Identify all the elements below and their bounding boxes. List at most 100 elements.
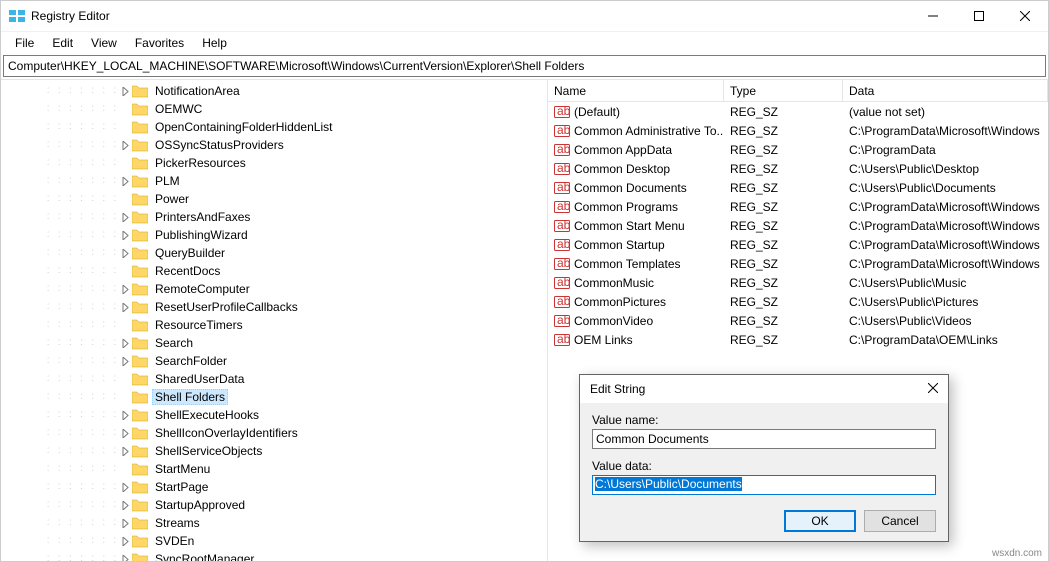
- tree-item[interactable]: : : : : : : : RemoteComputer: [1, 280, 547, 298]
- tree-item[interactable]: : : : : : : : ShellIconOverlayIdentifier…: [1, 424, 547, 442]
- tree-item[interactable]: : : : : : : : ResourceTimers: [1, 316, 547, 334]
- expand-icon[interactable]: [119, 247, 131, 259]
- value-name-input[interactable]: [592, 429, 936, 449]
- list-row[interactable]: abCommon AppDataREG_SZC:\ProgramData: [548, 140, 1048, 159]
- col-name[interactable]: Name: [548, 80, 724, 101]
- value-type: REG_SZ: [724, 219, 843, 233]
- expand-icon[interactable]: [119, 535, 131, 547]
- expand-icon[interactable]: [119, 301, 131, 313]
- value-name: Common Programs: [574, 200, 678, 214]
- expand-icon[interactable]: [119, 499, 131, 511]
- expand-icon[interactable]: [119, 157, 131, 169]
- expand-icon[interactable]: [119, 553, 131, 561]
- tree-item[interactable]: : : : : : : : QueryBuilder: [1, 244, 547, 262]
- tree-item[interactable]: : : : : : : : SVDEn: [1, 532, 547, 550]
- menu-help[interactable]: Help: [194, 34, 235, 52]
- tree-item[interactable]: : : : : : : : NotificationArea: [1, 82, 547, 100]
- tree-item[interactable]: : : : : : : : SearchFolder: [1, 352, 547, 370]
- menu-view[interactable]: View: [83, 34, 125, 52]
- list-row[interactable]: abCommon DesktopREG_SZC:\Users\Public\De…: [548, 159, 1048, 178]
- expand-icon[interactable]: [119, 337, 131, 349]
- watermark: wsxdn.com: [992, 548, 1042, 559]
- tree-item[interactable]: : : : : : : : StartMenu: [1, 460, 547, 478]
- address-bar[interactable]: Computer\HKEY_LOCAL_MACHINE\SOFTWARE\Mic…: [3, 55, 1046, 77]
- tree-item[interactable]: : : : : : : : SharedUserData: [1, 370, 547, 388]
- expand-icon[interactable]: [119, 229, 131, 241]
- tree-item[interactable]: : : : : : : : PLM: [1, 172, 547, 190]
- expand-icon[interactable]: [119, 283, 131, 295]
- tree-item[interactable]: : : : : : : : StartupApproved: [1, 496, 547, 514]
- value-name: Common AppData: [574, 143, 672, 157]
- expand-icon[interactable]: [119, 211, 131, 223]
- tree-item[interactable]: : : : : : : : ShellExecuteHooks: [1, 406, 547, 424]
- tree-item[interactable]: : : : : : : : Shell Folders: [1, 388, 547, 406]
- menu-file[interactable]: File: [7, 34, 42, 52]
- tree-item[interactable]: : : : : : : : OSSyncStatusProviders: [1, 136, 547, 154]
- expand-icon[interactable]: [119, 175, 131, 187]
- list-row[interactable]: abCommonVideoREG_SZC:\Users\Public\Video…: [548, 311, 1048, 330]
- tree-item[interactable]: : : : : : : : Streams: [1, 514, 547, 532]
- expand-icon[interactable]: [119, 319, 131, 331]
- value-data: C:\ProgramData\Microsoft\Windows: [843, 219, 1048, 233]
- expand-icon[interactable]: [119, 193, 131, 205]
- maximize-button[interactable]: [956, 1, 1002, 31]
- tree-view[interactable]: : : : : : : : NotificationArea: : : : : …: [1, 80, 548, 561]
- tree-item-label: SharedUserData: [152, 371, 247, 387]
- svg-text:ab: ab: [557, 199, 570, 213]
- expand-icon[interactable]: [119, 85, 131, 97]
- expand-icon[interactable]: [119, 355, 131, 367]
- list-row[interactable]: abCommonPicturesREG_SZC:\Users\Public\Pi…: [548, 292, 1048, 311]
- tree-item[interactable]: : : : : : : : SyncRootManager: [1, 550, 547, 561]
- ok-button[interactable]: OK: [784, 510, 856, 532]
- expand-icon[interactable]: [119, 121, 131, 133]
- tree-item[interactable]: : : : : : : : PickerResources: [1, 154, 547, 172]
- close-button[interactable]: [1002, 1, 1048, 31]
- tree-item[interactable]: : : : : : : : PublishingWizard: [1, 226, 547, 244]
- menu-edit[interactable]: Edit: [44, 34, 81, 52]
- expand-icon[interactable]: [119, 517, 131, 529]
- expand-icon[interactable]: [119, 139, 131, 151]
- list-row[interactable]: abCommonMusicREG_SZC:\Users\Public\Music: [548, 273, 1048, 292]
- col-type[interactable]: Type: [724, 80, 843, 101]
- tree-item[interactable]: : : : : : : : ResetUserProfileCallbacks: [1, 298, 547, 316]
- expand-icon[interactable]: [119, 373, 131, 385]
- expand-icon[interactable]: [119, 265, 131, 277]
- list-row[interactable]: abCommon Administrative To...REG_SZC:\Pr…: [548, 121, 1048, 140]
- expand-icon[interactable]: [119, 481, 131, 493]
- tree-item[interactable]: : : : : : : : OpenContainingFolderHidden…: [1, 118, 547, 136]
- tree-item[interactable]: : : : : : : : StartPage: [1, 478, 547, 496]
- menu-favorites[interactable]: Favorites: [127, 34, 192, 52]
- expand-icon[interactable]: [119, 409, 131, 421]
- expand-icon[interactable]: [119, 427, 131, 439]
- dialog-close-button[interactable]: [928, 382, 938, 396]
- tree-item[interactable]: : : : : : : : OEMWC: [1, 100, 547, 118]
- tree-item[interactable]: : : : : : : : Power: [1, 190, 547, 208]
- list-row[interactable]: ab(Default)REG_SZ(value not set): [548, 102, 1048, 121]
- value-data-text: C:\Users\Public\Documents: [595, 477, 742, 491]
- minimize-button[interactable]: [910, 1, 956, 31]
- value-name: Common Templates: [574, 257, 681, 271]
- tree-item[interactable]: : : : : : : : ShellServiceObjects: [1, 442, 547, 460]
- tree-item-label: ShellServiceObjects: [152, 443, 265, 459]
- list-row[interactable]: abCommon StartupREG_SZC:\ProgramData\Mic…: [548, 235, 1048, 254]
- value-data: C:\ProgramData\Microsoft\Windows: [843, 238, 1048, 252]
- expand-icon[interactable]: [119, 103, 131, 115]
- tree-item-label: ShellIconOverlayIdentifiers: [152, 425, 301, 441]
- tree-item[interactable]: : : : : : : : RecentDocs: [1, 262, 547, 280]
- tree-item[interactable]: : : : : : : : PrintersAndFaxes: [1, 208, 547, 226]
- expand-icon[interactable]: [119, 391, 131, 403]
- tree-item-label: OpenContainingFolderHiddenList: [152, 119, 335, 135]
- value-data-input[interactable]: C:\Users\Public\Documents: [592, 475, 936, 495]
- list-row[interactable]: abCommon Start MenuREG_SZC:\ProgramData\…: [548, 216, 1048, 235]
- list-row[interactable]: abOEM LinksREG_SZC:\ProgramData\OEM\Link…: [548, 330, 1048, 349]
- expand-icon[interactable]: [119, 445, 131, 457]
- list-row[interactable]: abCommon DocumentsREG_SZC:\Users\Public\…: [548, 178, 1048, 197]
- tree-item-label: Power: [152, 191, 192, 207]
- col-data[interactable]: Data: [843, 80, 1048, 101]
- value-data: C:\ProgramData\Microsoft\Windows: [843, 124, 1048, 138]
- list-row[interactable]: abCommon ProgramsREG_SZC:\ProgramData\Mi…: [548, 197, 1048, 216]
- expand-icon[interactable]: [119, 463, 131, 475]
- list-row[interactable]: abCommon TemplatesREG_SZC:\ProgramData\M…: [548, 254, 1048, 273]
- cancel-button[interactable]: Cancel: [864, 510, 936, 532]
- tree-item[interactable]: : : : : : : : Search: [1, 334, 547, 352]
